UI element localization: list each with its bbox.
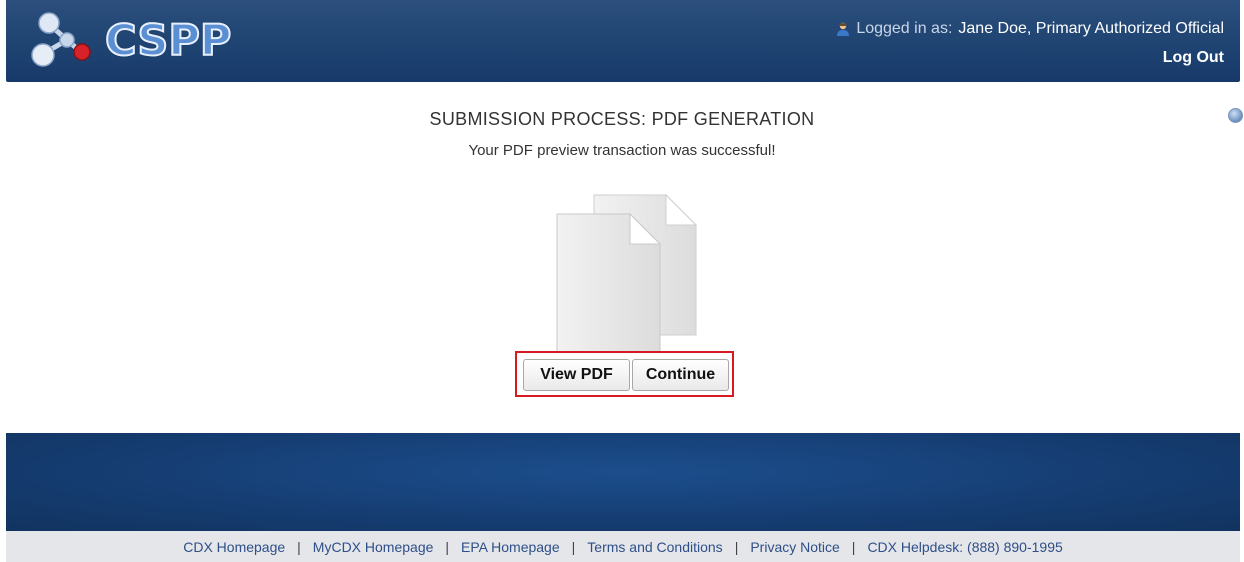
page-title: SUBMISSION PROCESS: PDF GENERATION (429, 109, 815, 129)
view-pdf-button[interactable]: View PDF (523, 359, 630, 391)
user-name: Jane Doe, Primary Authorized Official (958, 20, 1224, 37)
footer-separator: | (571, 538, 576, 555)
login-status: Logged in as: Jane Doe, Primary Authoriz… (836, 20, 1224, 67)
footer-banner (6, 433, 1240, 531)
login-prefix: Logged in as: (856, 20, 953, 37)
logout-link[interactable]: Log Out (836, 49, 1224, 67)
footer-link-helpdesk[interactable]: CDX Helpdesk: (888) 890-1995 (867, 539, 1062, 555)
footer-separator: | (445, 538, 450, 555)
success-message: Your PDF preview transaction was success… (468, 142, 776, 159)
footer-separator: | (734, 538, 739, 555)
footer-link-mycdx-homepage[interactable]: MyCDX Homepage (313, 539, 434, 555)
header-bar: CSPP Logged in as: Jane Doe, Primary Aut… (6, 0, 1240, 82)
molecule-logo-icon (31, 12, 91, 67)
footer-separator: | (851, 538, 856, 555)
continue-button[interactable]: Continue (632, 359, 729, 391)
footer-separator: | (297, 538, 301, 555)
footer-link-cdx-homepage[interactable]: CDX Homepage (183, 539, 285, 555)
user-icon (837, 22, 850, 36)
pdf-documents-icon (556, 194, 698, 353)
footer-links: CDX Homepage | MyCDX Homepage | EPA Home… (6, 531, 1240, 562)
footer-link-privacy[interactable]: Privacy Notice (750, 539, 839, 555)
cspp-logo[interactable]: CSPP (25, 10, 232, 70)
footer-link-epa-homepage[interactable]: EPA Homepage (461, 539, 560, 555)
logo-text: CSPP (104, 15, 232, 67)
footer-link-terms[interactable]: Terms and Conditions (587, 539, 722, 555)
login-line: Logged in as: Jane Doe, Primary Authoriz… (836, 20, 1224, 38)
